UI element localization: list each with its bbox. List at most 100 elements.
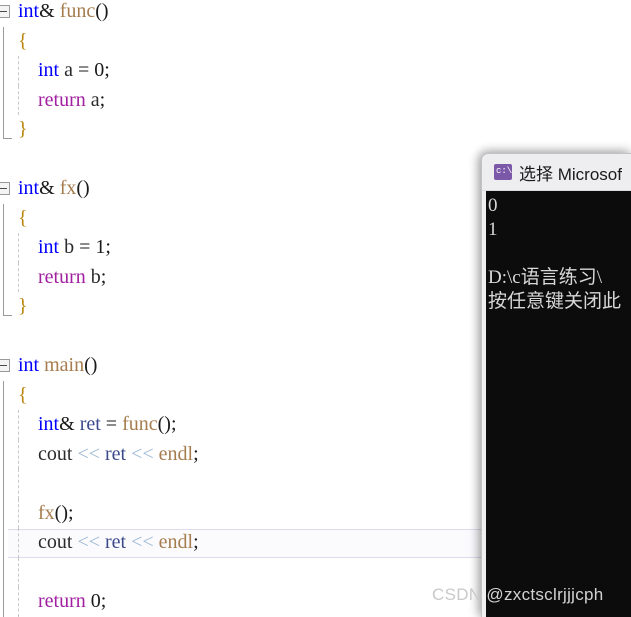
watermark-user: @zxctsclrjjjcph [486, 585, 604, 604]
code-line[interactable]: { [0, 26, 631, 57]
code-token: int [18, 59, 60, 81]
code-token: = [79, 236, 91, 258]
code-token: int [18, 354, 40, 376]
console-output-line: D:\c语言练习\ [488, 267, 602, 288]
code-token: { [18, 383, 28, 406]
code-line-text: int b = 1; [18, 233, 111, 263]
fold-region-line [3, 233, 4, 263]
code-token: & [39, 0, 55, 22]
code-token: ; [193, 442, 199, 465]
code-line-text: return b; [18, 263, 106, 293]
fold-region-line [3, 469, 4, 499]
code-token: << [131, 442, 154, 465]
code-token: ; [104, 59, 110, 81]
csdn-watermark: CSDN @zxctsclrjjjcph [432, 585, 604, 605]
code-token: int [18, 177, 40, 199]
code-token: func [59, 0, 96, 22]
console-titlebar[interactable]: 选择 Microsof [482, 154, 631, 191]
code-token: return [18, 590, 86, 612]
code-line-text: fx(); [18, 499, 74, 529]
code-token: int [18, 413, 60, 435]
code-token: int [18, 236, 60, 258]
fold-region-line [3, 587, 4, 617]
code-token: { [18, 206, 28, 229]
code-token: ; [99, 88, 106, 111]
code-token: } [18, 295, 28, 317]
code-token: << [131, 531, 154, 553]
code-token: ; [105, 236, 111, 258]
fold-region-line [3, 410, 4, 440]
fold-region-end-tick [3, 137, 12, 139]
code-line-text: int main() [18, 351, 97, 381]
console-output-line: 1 [488, 219, 498, 240]
code-line-text: } [18, 292, 28, 322]
code-token: 1 [95, 236, 106, 258]
watermark-site: CSDN [432, 585, 482, 604]
code-token: () [76, 177, 90, 199]
code-token: () [54, 501, 68, 524]
code-token: = [78, 59, 90, 81]
code-token: = [105, 413, 118, 435]
code-token: () [84, 354, 98, 376]
fold-region-line [3, 262, 4, 292]
fold-region-line [3, 439, 4, 469]
console-output-line: 按任意键关闭此 [488, 291, 622, 312]
fold-region-line [3, 115, 4, 138]
fold-region-line [3, 292, 4, 315]
code-token: ret [105, 442, 127, 465]
indent-guide [18, 469, 19, 499]
code-token: << [77, 442, 100, 465]
code-token: ; [170, 413, 177, 435]
fold-region-end-tick [3, 314, 12, 316]
console-output-area[interactable]: 0 1 D:\c语言练习\ 按任意键关闭此 [486, 191, 631, 617]
code-token: int [18, 0, 40, 22]
code-token: ; [100, 590, 107, 612]
code-token: << [77, 531, 100, 553]
code-line-text: { [18, 381, 28, 411]
code-token: fx [18, 501, 55, 524]
code-line-text: return a; [18, 86, 105, 116]
code-line-text: return 0; [18, 587, 106, 617]
fold-collapse-icon[interactable] [0, 359, 10, 372]
code-token: & [59, 413, 75, 435]
code-line-text: cout << ret << endl; [18, 440, 199, 470]
fold-collapse-icon[interactable] [0, 5, 10, 18]
code-token: () [157, 413, 171, 435]
code-token: endl [158, 442, 194, 465]
code-line[interactable]: } [0, 115, 631, 145]
console-title-text: 选择 Microsof [519, 164, 622, 184]
fold-region-line [3, 85, 4, 115]
code-token: b [85, 265, 101, 288]
fold-region-line [3, 498, 4, 528]
code-token: cout [18, 442, 78, 465]
fold-region-line [3, 557, 4, 587]
code-token: ; [68, 501, 74, 524]
fold-region-line [3, 528, 4, 558]
console-window[interactable]: 选择 Microsof 0 1 D:\c语言练习\ 按任意键关闭此 [481, 153, 631, 617]
code-line[interactable]: int& func() [0, 0, 631, 27]
fold-region-line [3, 380, 4, 410]
code-token: () [95, 0, 109, 22]
code-line[interactable]: return a; [0, 85, 631, 116]
screenshot-root: int& func(){ int a = 0; return a;} int& f… [0, 0, 631, 617]
code-token: b [59, 236, 80, 258]
code-token: fx [59, 177, 77, 199]
code-token: { [18, 29, 28, 52]
code-token: main [44, 354, 85, 376]
fold-region-line [3, 203, 4, 233]
fold-collapse-icon[interactable] [0, 182, 10, 195]
code-line-text: int& fx() [18, 174, 90, 204]
code-token: & [39, 177, 55, 199]
code-line[interactable]: int a = 0; [0, 56, 631, 86]
indent-guide [18, 557, 19, 587]
code-line-text: { [18, 27, 28, 57]
code-token: cout [18, 531, 78, 553]
code-token: func [122, 413, 158, 435]
code-token: ; [193, 531, 199, 553]
code-token: ; [100, 265, 107, 288]
code-token: endl [158, 531, 194, 553]
code-token: ret [74, 413, 106, 435]
code-token: a [59, 59, 79, 81]
fold-region-line [3, 26, 4, 56]
